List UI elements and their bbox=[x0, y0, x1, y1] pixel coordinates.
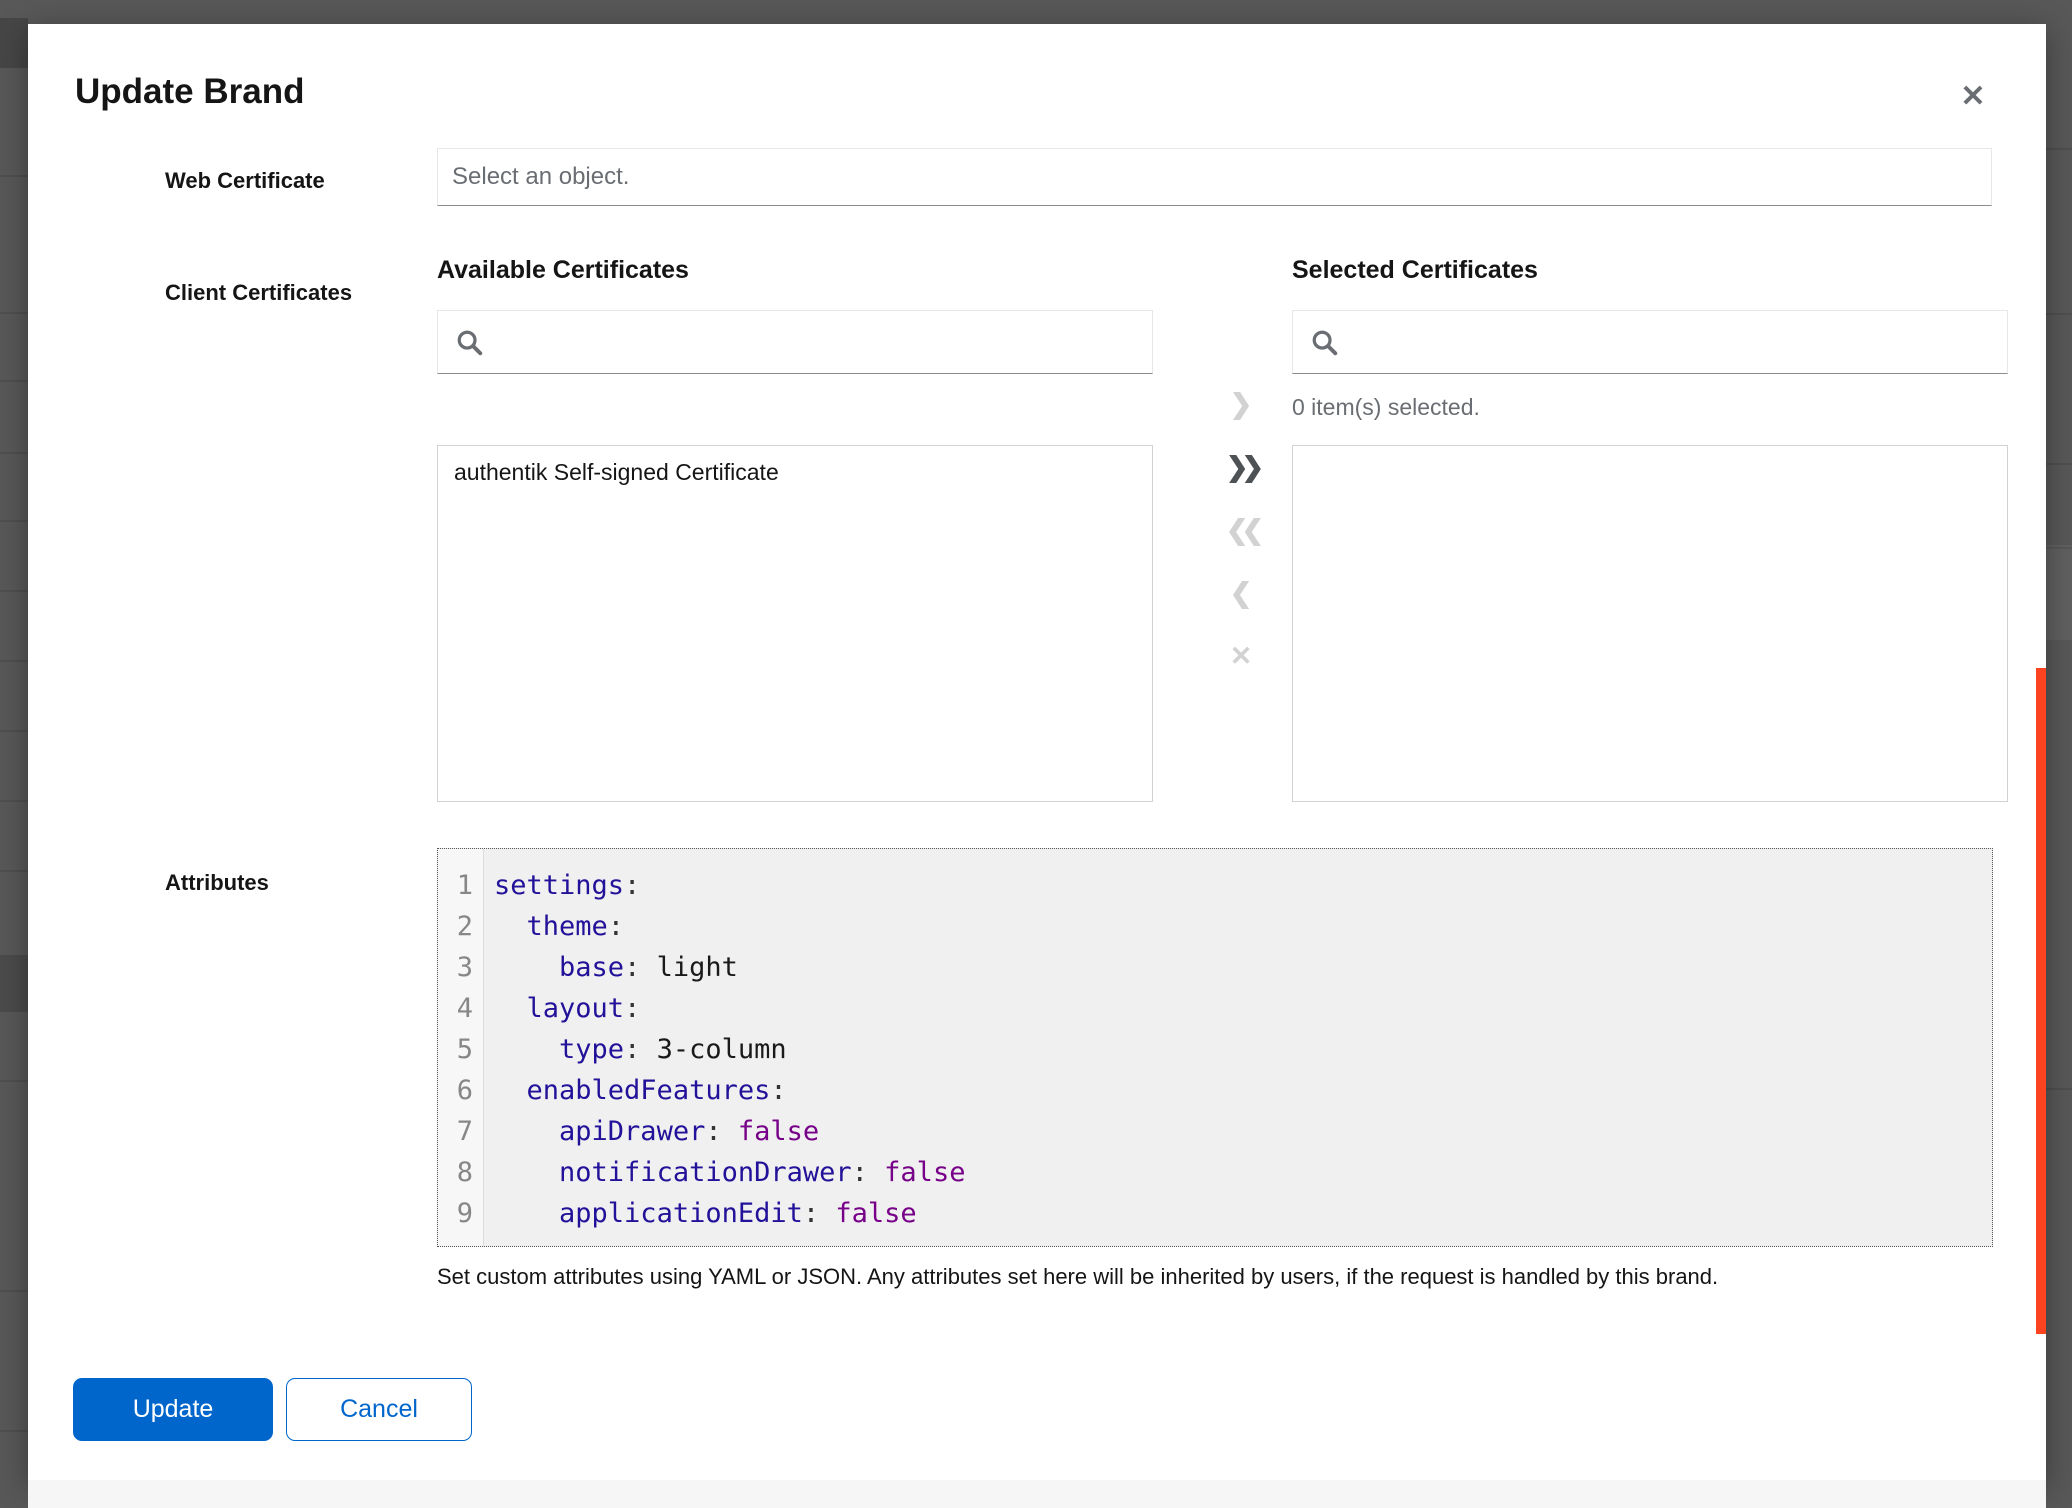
overlay-right-line bbox=[2046, 313, 2072, 315]
overlay-left-line bbox=[0, 660, 28, 662]
dual-list-controls: ❯❯❯❮❮❮✕ bbox=[1186, 383, 1296, 677]
code-line: theme: bbox=[494, 906, 1992, 947]
line-number: 3 bbox=[438, 947, 483, 988]
overlay-left-header-remnant bbox=[0, 18, 28, 68]
cross-icon[interactable]: ✕ bbox=[1209, 635, 1273, 677]
double-chevron-left-icon[interactable]: ❮❮ bbox=[1209, 509, 1273, 551]
overlay-left-line bbox=[0, 800, 28, 802]
selected-search-box bbox=[1292, 310, 2008, 374]
code-line: settings: bbox=[494, 865, 1992, 906]
overlay-right-remnant bbox=[2046, 545, 2072, 640]
available-search-box bbox=[437, 310, 1153, 374]
line-number: 5 bbox=[438, 1029, 483, 1070]
code-line: applicationEdit: false bbox=[494, 1193, 1992, 1234]
close-icon[interactable]: ✕ bbox=[1950, 74, 1996, 120]
code-line-numbers: 123456789 bbox=[438, 849, 484, 1246]
attributes-label: Attributes bbox=[165, 870, 269, 896]
code-line: apiDrawer: false bbox=[494, 1111, 1992, 1152]
attributes-help-text: Set custom attributes using YAML or JSON… bbox=[437, 1264, 1718, 1290]
overlay-right-line bbox=[2046, 1088, 2072, 1090]
line-number: 7 bbox=[438, 1111, 483, 1152]
selected-count-status: 0 item(s) selected. bbox=[1292, 394, 1480, 421]
line-number: 4 bbox=[438, 988, 483, 1029]
search-icon bbox=[1309, 327, 1339, 357]
code-line: layout: bbox=[494, 988, 1992, 1029]
double-chevron-right-icon[interactable]: ❯❯ bbox=[1209, 446, 1273, 488]
overlay-left-line bbox=[0, 1080, 28, 1082]
overlay-right-line bbox=[2046, 463, 2072, 465]
overlay-right-line bbox=[2046, 547, 2072, 549]
attributes-code-editor[interactable]: 123456789 settings: theme: base: light l… bbox=[437, 848, 1993, 1247]
notification-accent-bar bbox=[2036, 668, 2046, 1334]
overlay-left-line bbox=[0, 870, 28, 872]
cancel-button[interactable]: Cancel bbox=[286, 1378, 472, 1441]
overlay-left-line bbox=[0, 175, 28, 177]
available-certificates-heading: Available Certificates bbox=[437, 256, 689, 285]
code-line: notificationDrawer: false bbox=[494, 1152, 1992, 1193]
chevron-right-icon[interactable]: ❯ bbox=[1209, 383, 1273, 425]
overlay-left-line bbox=[0, 730, 28, 732]
code-content[interactable]: settings: theme: base: light layout: typ… bbox=[484, 849, 1992, 1246]
line-number: 1 bbox=[438, 865, 483, 906]
overlay-left-line bbox=[0, 380, 28, 382]
web-certificate-label: Web Certificate bbox=[165, 168, 325, 194]
update-brand-modal: Update Brand ✕ Web Certificate Client Ce… bbox=[28, 24, 2046, 1484]
chevron-left-icon[interactable]: ❮ bbox=[1209, 572, 1273, 614]
modal-title: Update Brand bbox=[75, 72, 304, 112]
code-line: enabledFeatures: bbox=[494, 1070, 1992, 1111]
page-root: { "modal": { "title": "Update Brand", "f… bbox=[0, 0, 2072, 1500]
code-line: type: 3-column bbox=[494, 1029, 1992, 1070]
code-line: base: light bbox=[494, 947, 1992, 988]
search-icon bbox=[454, 327, 484, 357]
selected-certificates-heading: Selected Certificates bbox=[1292, 256, 1538, 285]
modal-footer-strip bbox=[28, 1480, 2046, 1508]
line-number: 8 bbox=[438, 1152, 483, 1193]
line-number: 9 bbox=[438, 1193, 483, 1234]
overlay-left-line bbox=[0, 520, 28, 522]
overlay-left-selected-remnant bbox=[0, 955, 28, 1012]
available-search-input[interactable] bbox=[496, 311, 1152, 373]
update-button[interactable]: Update bbox=[73, 1378, 273, 1441]
selected-certificates-list[interactable] bbox=[1292, 445, 2008, 802]
overlay-left-line bbox=[0, 1290, 28, 1292]
overlay-left-line bbox=[0, 452, 28, 454]
line-number: 6 bbox=[438, 1070, 483, 1111]
overlay-left-line bbox=[0, 590, 28, 592]
web-certificate-select[interactable] bbox=[437, 148, 1992, 206]
overlay-right-line bbox=[2046, 148, 2072, 150]
available-certificates-list[interactable]: authentik Self-signed Certificate bbox=[437, 445, 1153, 802]
line-number: 2 bbox=[438, 906, 483, 947]
overlay-left-line bbox=[0, 312, 28, 314]
certificate-item[interactable]: authentik Self-signed Certificate bbox=[438, 446, 1152, 499]
client-certificates-label: Client Certificates bbox=[165, 280, 352, 306]
selected-search-input[interactable] bbox=[1351, 311, 2007, 373]
overlay-left-line bbox=[0, 1430, 28, 1432]
